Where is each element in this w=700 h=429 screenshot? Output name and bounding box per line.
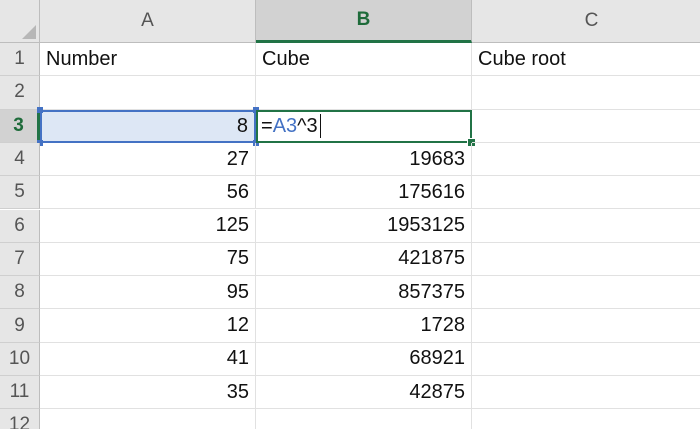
cell-c1[interactable]: Cube root <box>472 43 700 77</box>
cell-a3[interactable]: 8 <box>40 109 256 143</box>
row-header-2[interactable]: 2 <box>0 76 40 110</box>
cell-c9[interactable] <box>472 309 700 343</box>
cell-value: 27 <box>226 147 249 170</box>
cell-b12[interactable] <box>256 409 472 429</box>
formula-reference: A3 <box>272 114 298 137</box>
cell-b4[interactable]: 19683 <box>256 142 472 177</box>
row-header-8[interactable]: 8 <box>0 276 40 310</box>
cell-value: 175616 <box>398 180 465 203</box>
cell-value: 41 <box>226 347 249 370</box>
cell-a9[interactable]: 12 <box>40 309 256 343</box>
cell-b10[interactable]: 68921 <box>256 342 472 376</box>
column-header-c[interactable]: C <box>472 0 700 43</box>
cell-value: 857375 <box>398 280 465 303</box>
cell-a5[interactable]: 56 <box>40 176 256 210</box>
cell-value: Cube <box>262 47 310 70</box>
cell-value: Cube root <box>478 47 566 70</box>
cell-a11[interactable]: 35 <box>40 376 256 410</box>
cell-c12[interactable] <box>472 409 700 429</box>
cell-value: 75 <box>226 247 249 270</box>
row-header-9[interactable]: 9 <box>0 309 40 343</box>
cell-a4[interactable]: 27 <box>40 142 256 177</box>
row-header-5[interactable]: 5 <box>0 176 40 210</box>
cell-a10[interactable]: 41 <box>40 342 256 376</box>
cell-c7[interactable] <box>472 243 700 277</box>
cell-value: Number <box>46 47 118 70</box>
cell-value: 35 <box>226 380 249 403</box>
cell-c5[interactable] <box>472 176 700 210</box>
cell-a8[interactable]: 95 <box>40 276 256 310</box>
cell-b9[interactable]: 1728 <box>256 309 472 343</box>
row-header-6[interactable]: 6 <box>0 209 40 243</box>
row-header-12[interactable]: 12 <box>0 409 40 429</box>
cell-c6[interactable] <box>472 210 700 243</box>
cell-c4[interactable] <box>472 143 700 177</box>
cell-value: 68921 <box>409 347 465 370</box>
column-header-a[interactable]: A <box>40 0 256 43</box>
row-header-10[interactable]: 10 <box>0 342 40 376</box>
cell-value: 421875 <box>398 247 465 270</box>
cell-b7[interactable]: 421875 <box>256 242 472 277</box>
cell-c8[interactable] <box>472 276 700 310</box>
column-header-b[interactable]: B <box>256 0 472 43</box>
cell-a2[interactable] <box>40 76 256 110</box>
formula-equals: = <box>261 114 273 137</box>
row-header-4[interactable]: 4 <box>0 142 40 177</box>
cell-a7[interactable]: 75 <box>40 242 256 277</box>
cell-b6[interactable]: 1953125 <box>256 209 472 243</box>
cell-b1[interactable]: Cube <box>256 43 472 77</box>
cell-c2[interactable] <box>472 76 700 110</box>
cell-value: 19683 <box>409 147 465 170</box>
formula-operator: ^3 <box>297 114 318 137</box>
reference-handle-0[interactable] <box>37 106 43 113</box>
cell-a6[interactable]: 125 <box>40 209 256 243</box>
row-header-3[interactable]: 3 <box>0 109 40 143</box>
cell-b5[interactable]: 175616 <box>256 176 472 210</box>
cell-value: 42875 <box>409 380 465 403</box>
text-caret <box>319 114 321 139</box>
row-header-11[interactable]: 11 <box>0 376 40 410</box>
cell-b2[interactable] <box>256 76 472 110</box>
cell-b3[interactable]: = A3 ^3 <box>256 109 472 143</box>
cell-value: 56 <box>226 180 249 203</box>
row-header-7[interactable]: 7 <box>0 242 40 277</box>
cell-c3[interactable] <box>472 110 700 143</box>
cell-value: 1728 <box>420 314 466 337</box>
spreadsheet-grid: A B C 1 Number Cube Cube root 2 3 8 = A3 ^3 4 27 19683 5… <box>0 0 700 429</box>
cell-c11[interactable] <box>472 376 700 410</box>
select-all-corner[interactable] <box>0 0 40 43</box>
cell-b8[interactable]: 857375 <box>256 276 472 310</box>
cell-value: 125 <box>215 214 249 237</box>
cell-value: 8 <box>236 114 248 137</box>
cell-value: 12 <box>226 314 249 337</box>
cell-value: 1953125 <box>387 214 465 237</box>
cell-a1[interactable]: Number <box>40 43 256 77</box>
select-all-triangle-icon <box>22 25 36 39</box>
cell-a12[interactable] <box>40 409 256 429</box>
row-header-1[interactable]: 1 <box>0 43 40 77</box>
cell-value: 95 <box>226 280 249 303</box>
cell-c10[interactable] <box>472 343 700 376</box>
cell-b11[interactable]: 42875 <box>256 376 472 410</box>
